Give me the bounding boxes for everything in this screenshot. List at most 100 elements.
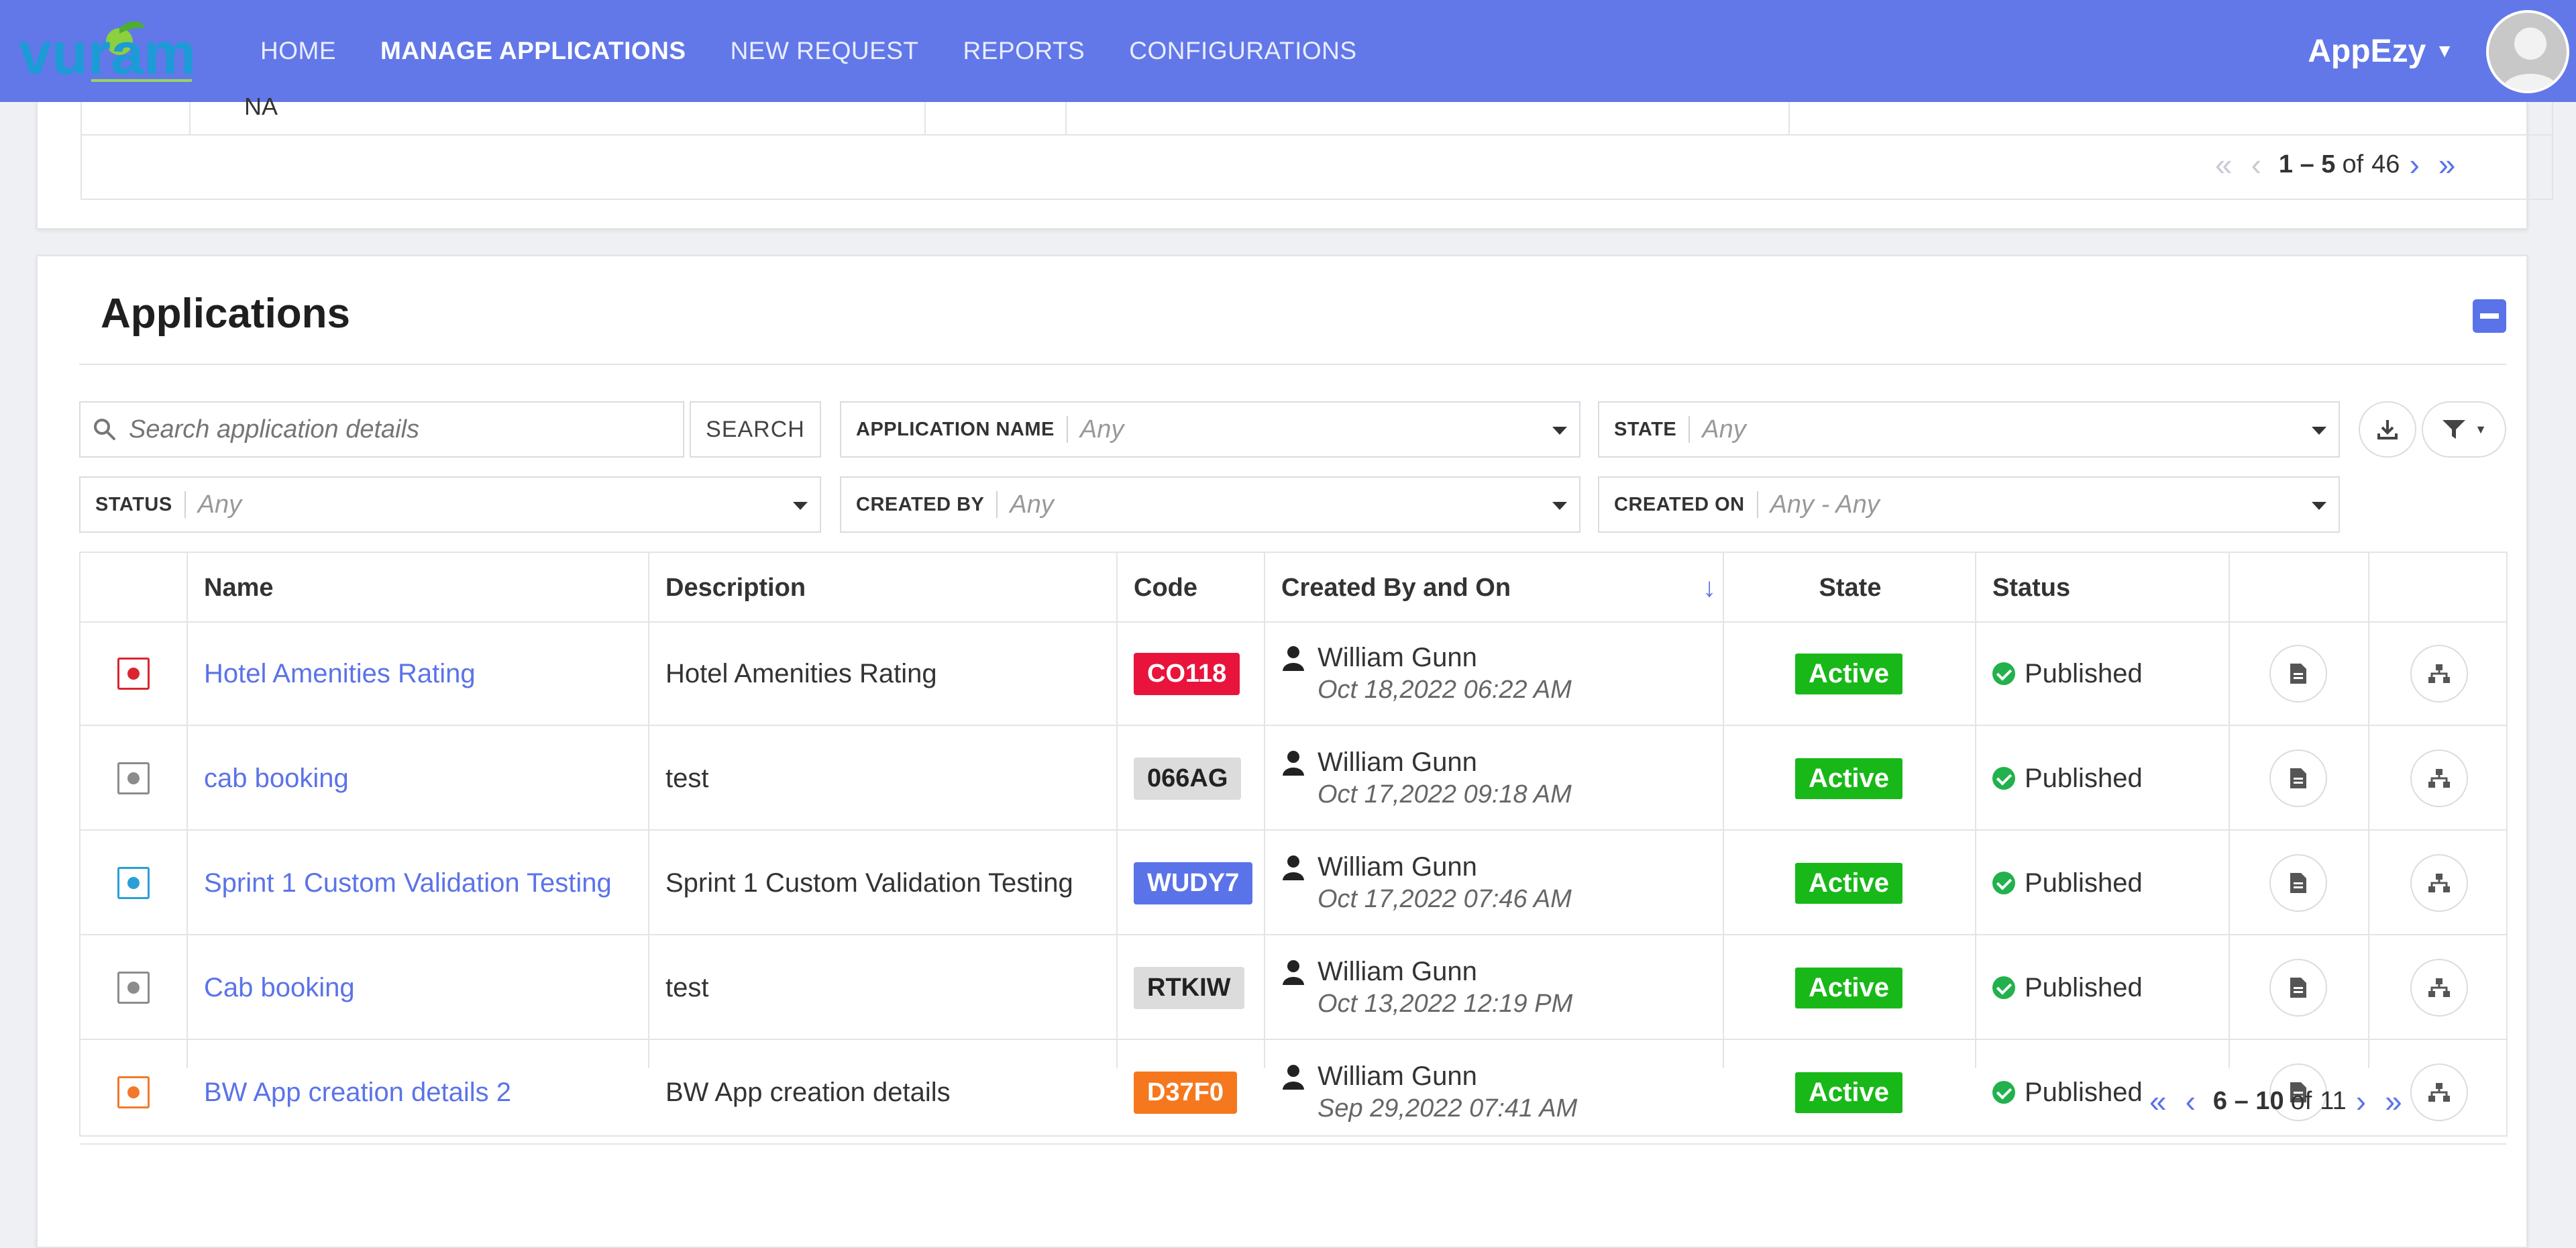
filter-value: Any — [197, 490, 242, 519]
prev-page-icon[interactable]: ‹ — [2251, 146, 2261, 183]
state-cell: Active — [1723, 727, 1975, 829]
document-action-cell — [2229, 832, 2368, 934]
view-structure-button[interactable] — [2410, 959, 2468, 1017]
filter-label: STATE — [1614, 418, 1677, 440]
nav-configurations[interactable]: CONFIGURATIONS — [1129, 37, 1356, 65]
column-header-created-label: Created By and On — [1281, 573, 1511, 602]
status-cell: Published — [1992, 832, 2220, 934]
download-button[interactable] — [2359, 401, 2416, 458]
column-header-state[interactable]: State — [1724, 553, 1976, 623]
app-name-link[interactable]: cab booking — [204, 764, 349, 794]
created-by: William Gunn — [1281, 957, 1477, 987]
app-name-link[interactable]: Sprint 1 Custom Validation Testing — [204, 868, 612, 898]
table-row[interactable]: Sprint 1 Custom Validation Testing Sprin… — [80, 832, 2506, 935]
previous-table-footer: « ‹ 1 – 5 of 46 › » — [80, 136, 2553, 200]
filter-separator — [184, 491, 186, 518]
nav-reports[interactable]: REPORTS — [963, 37, 1085, 65]
pager-total: 46 — [2371, 150, 2400, 178]
description-cell: test — [665, 937, 1108, 1039]
app-code-badge: CO118 — [1134, 652, 1240, 695]
filter-state[interactable]: STATE Any — [1598, 401, 2340, 458]
filter-label: CREATED ON — [1614, 493, 1745, 515]
applications-pager: « ‹ 6 – 10 of 11 › » — [2140, 1083, 2412, 1119]
created-by-name: William Gunn — [1318, 957, 1477, 986]
filter-application-name[interactable]: APPLICATION NAME Any — [840, 401, 1580, 458]
caret-down-icon: ▼ — [2435, 40, 2454, 61]
created-on-date: Oct 18,2022 06:22 AM — [1318, 676, 1572, 704]
icon-glyph — [127, 877, 140, 889]
prev-page-icon[interactable]: ‹ — [2186, 1083, 2196, 1119]
search-button[interactable]: SEARCH — [690, 401, 821, 458]
app-name-link[interactable]: Cab booking — [204, 973, 355, 1003]
collapse-button[interactable] — [2473, 299, 2506, 333]
status-text: Published — [2025, 868, 2143, 898]
search-input[interactable] — [127, 414, 664, 445]
next-page-icon[interactable]: › — [2356, 1083, 2366, 1119]
filter-created-by[interactable]: CREATED BY Any — [840, 476, 1580, 533]
user-menu[interactable]: AppEzy ▼ — [2308, 0, 2454, 102]
state-cell: Active — [1723, 937, 1975, 1039]
column-header-created[interactable]: Created By and On ↓ — [1265, 553, 1724, 623]
app-name-link[interactable]: Hotel Amenities Rating — [204, 659, 476, 689]
first-page-icon[interactable]: « — [2149, 1083, 2167, 1119]
filter-label: STATUS — [95, 493, 172, 515]
created-on-date: Oct 17,2022 07:46 AM — [1318, 885, 1572, 913]
user-silhouette-icon — [2501, 28, 2560, 91]
app-icon-cell — [80, 623, 186, 725]
state-cell: Active — [1723, 832, 1975, 934]
last-page-icon[interactable]: » — [2385, 1083, 2402, 1119]
status-text: Published — [2025, 972, 2143, 1002]
code-cell: 066AG — [1134, 727, 1261, 829]
table-row[interactable]: Hotel Amenities Rating Hotel Amenities R… — [80, 623, 2506, 726]
vuram-logo[interactable]: vuram — [19, 15, 195, 87]
nav-new-request[interactable]: NEW REQUEST — [731, 37, 919, 65]
column-header-name[interactable]: Name — [188, 553, 649, 623]
pencil-icon — [117, 867, 150, 899]
filter-separator — [1066, 416, 1068, 443]
caret-down-icon: ▼ — [2475, 422, 2487, 436]
table-row[interactable]: cab booking test 066AG William Gunn Oct … — [80, 727, 2506, 831]
view-document-button[interactable] — [2269, 854, 2327, 912]
view-document-button[interactable] — [2269, 645, 2327, 703]
user-icon — [1283, 750, 1304, 776]
document-icon — [2290, 873, 2306, 893]
filter-status[interactable]: STATUS Any — [79, 476, 821, 533]
view-structure-button[interactable] — [2410, 854, 2468, 912]
hierarchy-action-cell — [2369, 727, 2509, 829]
filter-value: Any - Any — [1770, 490, 1880, 519]
download-icon — [2377, 420, 2398, 439]
column-header-status[interactable]: Status — [1976, 553, 2230, 623]
column-header-code[interactable]: Code — [1118, 553, 1265, 623]
dropdown-caret-icon — [2312, 502, 2326, 510]
view-structure-button[interactable] — [2410, 749, 2468, 807]
state-badge: Active — [1794, 862, 1903, 904]
table-row[interactable]: Cab booking test RTKIW William Gunn Oct … — [80, 937, 2506, 1040]
status-text: Published — [2025, 763, 2143, 793]
filter-created-on[interactable]: CREATED ON Any - Any — [1598, 476, 2340, 533]
first-page-icon[interactable]: « — [2215, 146, 2233, 183]
created-by: William Gunn — [1281, 747, 1477, 778]
next-page-icon[interactable]: › — [2409, 146, 2419, 183]
created-cell: William Gunn Oct 13,2022 12:19 PM — [1281, 937, 1717, 1039]
nav-manage-applications[interactable]: MANAGE APPLICATIONS — [380, 37, 686, 65]
column-divider — [189, 102, 191, 136]
top-navbar: vuram HOME MANAGE APPLICATIONS NEW REQUE… — [0, 0, 2576, 102]
app-icon-cell — [80, 727, 186, 829]
view-structure-button[interactable] — [2410, 645, 2468, 703]
app-code-badge: 066AG — [1134, 757, 1242, 800]
sort-desc-icon[interactable]: ↓ — [1703, 573, 1716, 603]
name-cell: Cab booking — [204, 937, 640, 1039]
check-circle-icon — [1992, 976, 2015, 999]
previous-list-card: NA « ‹ 1 – 5 of 46 › » — [36, 93, 2553, 229]
last-page-icon[interactable]: » — [2438, 146, 2456, 183]
user-name: AppEzy — [2308, 33, 2426, 69]
state-badge: Active — [1794, 653, 1903, 694]
view-document-button[interactable] — [2269, 749, 2327, 807]
avatar[interactable] — [2486, 10, 2569, 93]
filter-menu-button[interactable]: ▼ — [2422, 401, 2506, 458]
nav-home[interactable]: HOME — [260, 37, 336, 65]
view-document-button[interactable] — [2269, 959, 2327, 1017]
created-by: William Gunn — [1281, 643, 1477, 673]
pager-of: of — [2342, 150, 2364, 178]
column-header-description[interactable]: Description — [649, 553, 1118, 623]
